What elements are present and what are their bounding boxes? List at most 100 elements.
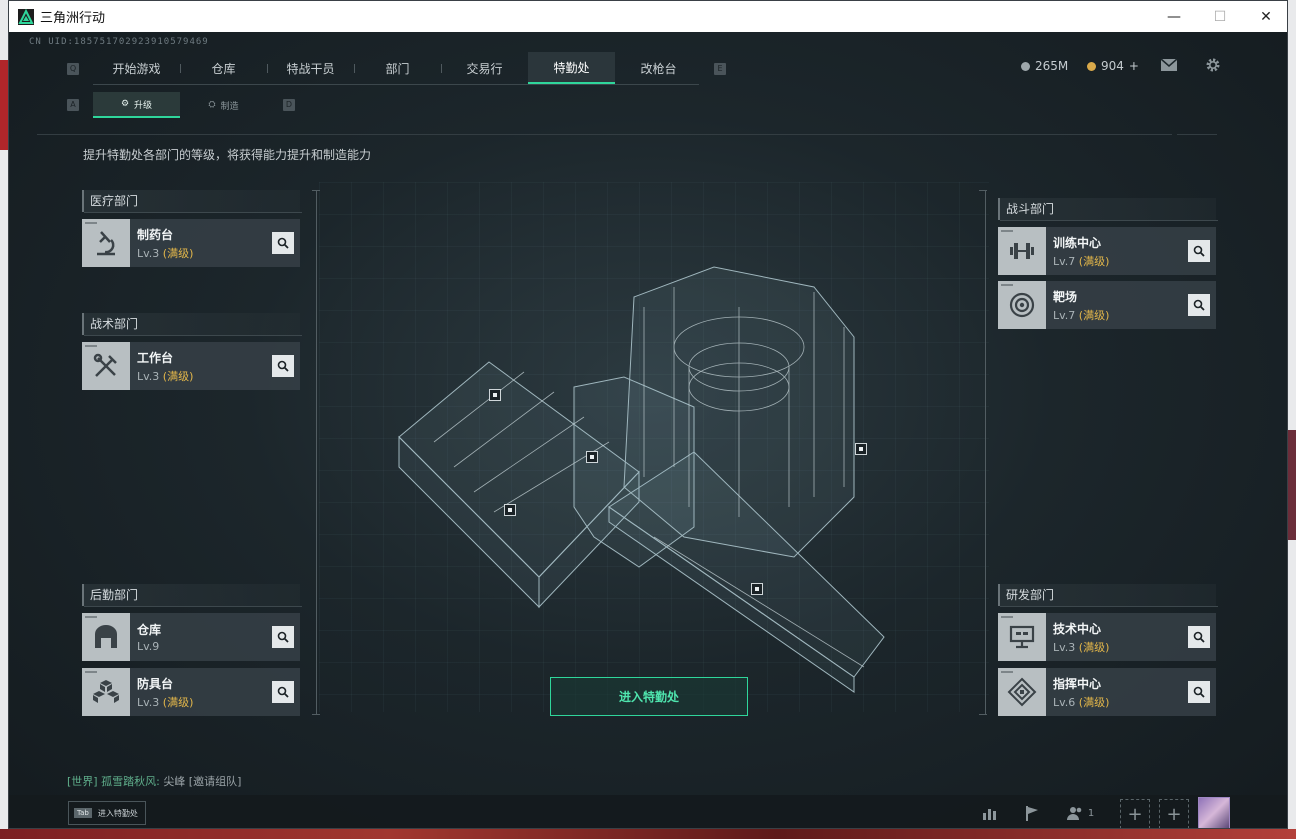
station-level: Lv.6 [1053,695,1076,709]
dept-label-medical: 医疗部门 [82,190,302,213]
warehouse-icon [95,625,117,648]
search-icon [1193,686,1205,698]
station-level: Lv.3 [137,246,160,260]
monitor-icon [1009,625,1035,649]
currency-hafcoin[interactable]: 265M [1021,59,1068,73]
tab-upgrade[interactable]: ⚙ 升级 [93,92,180,118]
station-card-tech-center[interactable]: 技术中心 Lv.3 (满级) [998,613,1216,661]
flag-icon[interactable] [1013,798,1051,828]
craft-icon: ⛭ [208,100,216,110]
station-card-armor-bench[interactable]: 防具台 Lv.3 (满级) [82,668,300,716]
title-bar: 三角洲行动 — ☐ ✕ [9,1,1287,32]
add-currency-button[interactable]: + [1129,59,1139,73]
tab-operators[interactable]: 特战干员 [267,52,354,84]
invite-slot-2[interactable]: + [1159,799,1189,828]
microscope-icon [97,231,115,256]
search-icon [277,686,289,698]
main-nav: 开始游戏 仓库 特战干员 部门 交易行 特勤处 改枪台 [93,52,702,84]
station-level: Lv.3 [137,369,160,383]
enter-special-ops-button[interactable]: 进入特勤处 [550,677,748,716]
stats-icon[interactable] [971,798,1009,828]
window-title: 三角洲行动 [40,11,106,26]
inspect-button[interactable] [272,681,294,703]
upgrade-icon: ⚙ [120,99,130,109]
close-button[interactable]: ✕ [1243,1,1287,32]
max-level-badge: (满级) [1078,308,1110,322]
inspect-button[interactable] [272,626,294,648]
station-card-pharmacy[interactable]: 制药台 Lv.3 (满级) [82,219,300,267]
dept-label-logistics: 后勤部门 [82,584,302,607]
subnav-right-key-hint: D [283,99,295,111]
mail-icon[interactable] [1160,57,1178,76]
station-level: Lv.7 [1053,308,1076,322]
station-card-command-center[interactable]: 指挥中心 Lv.6 (满级) [998,668,1216,716]
friends-button[interactable]: 1 [1055,798,1105,828]
avatar[interactable] [1198,797,1230,828]
friends-icon [1066,807,1082,820]
maximize-button[interactable]: ☐ [1197,1,1243,32]
nav-right-key-hint: E [714,63,726,75]
station-name: 指挥中心 [1053,676,1102,691]
game-viewport: CN UID:1857517029239105794​69 Q 开始游戏 仓库 … [9,32,1287,828]
app-logo-icon [18,8,34,25]
inspect-button[interactable] [1188,626,1210,648]
search-icon [1193,631,1205,643]
special-ops-base-blueprint [398,266,885,693]
friends-count: 1 [1087,807,1095,819]
inspect-button[interactable] [272,355,294,377]
station-card-warehouse[interactable]: 仓库 Lv.9 [82,613,300,661]
max-level-badge: (满级) [1078,254,1110,268]
tab-key: Tab [74,808,92,818]
inspect-button[interactable] [1188,240,1210,262]
tab-trading[interactable]: 交易行 [441,52,528,84]
search-icon [277,237,289,249]
station-level: Lv.7 [1053,254,1076,268]
station-name: 技术中心 [1053,621,1102,636]
station-name: 仓库 [137,623,162,637]
max-level-badge: (满级) [162,246,194,260]
minimize-button[interactable]: — [1151,1,1197,32]
nav-left-key-hint: Q [67,63,79,75]
station-name: 靶场 [1053,289,1078,304]
inspect-button[interactable] [1188,294,1210,316]
station-card-workbench[interactable]: 工作台 Lv.3 (满级) [82,342,300,390]
map-marker[interactable] [751,583,763,595]
tab-start-game[interactable]: 开始游戏 [93,52,180,84]
tab-craft[interactable]: ⛭ 制造 [180,92,267,118]
command-chip-icon [1007,677,1037,707]
target-icon [1009,292,1035,318]
desktop-left-edge [0,0,8,839]
nav-divider [93,84,699,85]
tab-departments[interactable]: 部门 [354,52,441,84]
chat-username[interactable]: 孤雪踏秋风: [101,775,160,788]
inspect-button[interactable] [272,232,294,254]
search-icon [1193,299,1205,311]
world-chat-line[interactable]: [世界] 孤雪踏秋风: 尖峰 [邀请组队] [67,773,241,789]
inspect-button[interactable] [1188,681,1210,703]
dumbbell-icon [1010,243,1034,259]
dept-label-combat: 战斗部门 [998,198,1218,221]
tab-shortcut-hint[interactable]: Tab 进入特勤处 [68,801,146,825]
max-level-badge: (满级) [162,369,194,383]
max-level-badge: (满级) [162,695,194,709]
station-name: 防具台 [137,676,174,691]
tab-special-ops[interactable]: 特勤处 [528,52,615,84]
invite-slot-1[interactable]: + [1120,799,1150,828]
station-card-shooting-range[interactable]: 靶场 Lv.7 (满级) [998,281,1216,329]
armor-boxes-icon [93,680,119,703]
user-uid: CN UID:1857517029239105794​69 [29,37,209,47]
sub-nav: ⚙ 升级 ⛭ 制造 [93,92,267,118]
tab-warehouse[interactable]: 仓库 [180,52,267,84]
map-marker[interactable] [489,389,501,401]
currency-premium[interactable]: 904 + [1087,59,1139,73]
station-name: 制药台 [137,227,174,242]
tab-gunsmith[interactable]: 改枪台 [615,52,702,84]
map-marker[interactable] [586,451,598,463]
station-card-training-center[interactable]: 训练中心 Lv.7 (满级) [998,227,1216,275]
station-level: Lv.3 [1053,640,1076,654]
map-marker[interactable] [855,443,867,455]
map-marker[interactable] [504,504,516,516]
subnav-left-key-hint: A [67,99,79,111]
chat-channel: [世界] [67,775,98,788]
gear-icon[interactable] [1205,57,1221,77]
